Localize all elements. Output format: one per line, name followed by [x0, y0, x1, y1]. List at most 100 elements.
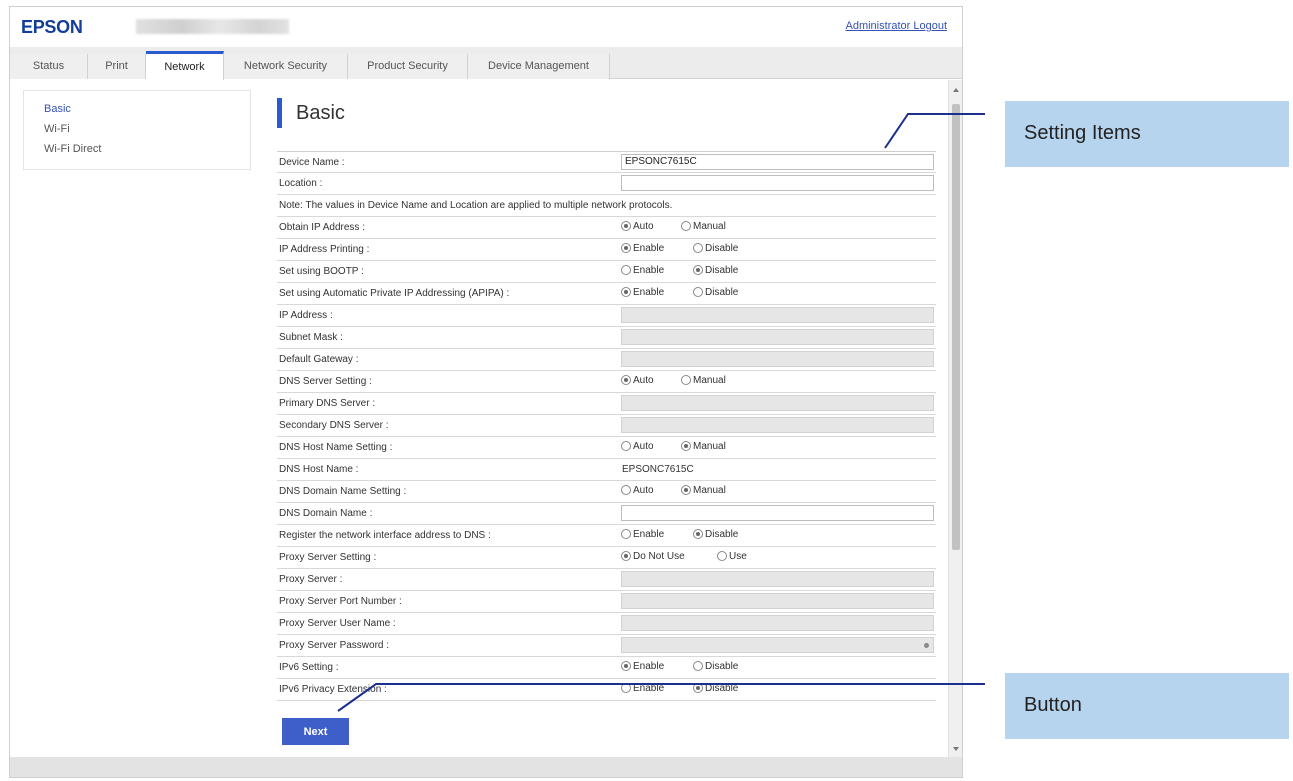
form-row-device-name: Device Name : EPSONC7615C	[277, 151, 936, 173]
obtain-ip-label: Obtain IP Address :	[279, 222, 365, 233]
form-row-proxy-password: Proxy Server Password :	[277, 635, 936, 657]
dns-host-manual-radio[interactable]: Manual	[681, 441, 726, 452]
side-navigation: Basic Wi-Fi Wi-Fi Direct	[23, 90, 251, 170]
register-dns-disable-radio[interactable]: Disable	[693, 529, 738, 540]
proxy-server-input	[621, 571, 934, 587]
administrator-logout-link[interactable]: Administrator Logout	[846, 20, 948, 32]
radio-selected-icon	[621, 243, 631, 253]
radio-unselected-icon	[621, 529, 631, 539]
ipv6-privacy-label: IPv6 Privacy Extension :	[279, 684, 387, 695]
apipa-label: Set using Automatic Private IP Addressin…	[279, 288, 510, 299]
radio-selected-icon	[693, 529, 703, 539]
form-row-apipa: Set using Automatic Private IP Addressin…	[277, 283, 936, 305]
proxy-port-input	[621, 593, 934, 609]
dns-server-auto-radio[interactable]: Auto	[621, 375, 654, 386]
proxy-password-label: Proxy Server Password :	[279, 640, 390, 651]
form-row-note: Note: The values in Device Name and Loca…	[277, 195, 936, 217]
subnet-mask-label: Subnet Mask :	[279, 332, 343, 343]
setting-items-callout: Setting Items	[1005, 101, 1289, 167]
obtain-ip-auto-radio[interactable]: Auto	[621, 221, 654, 232]
tab-status[interactable]: Status	[10, 54, 88, 79]
tab-device-management[interactable]: Device Management	[468, 54, 610, 79]
proxy-server-label: Proxy Server :	[279, 574, 343, 585]
sidebar-item-basic[interactable]: Basic	[44, 99, 250, 119]
radio-selected-icon	[693, 683, 703, 693]
proxy-use-radio[interactable]: Use	[717, 551, 747, 562]
screenshot-stage: EPSON Administrator Logout Status Print …	[0, 0, 1293, 781]
radio-selected-icon	[621, 661, 631, 671]
radio-unselected-icon	[621, 265, 631, 275]
proxy-setting-label: Proxy Server Setting :	[279, 552, 377, 563]
form-row-subnet-mask: Subnet Mask :	[277, 327, 936, 349]
radio-unselected-icon	[693, 243, 703, 253]
settings-form: Device Name : EPSONC7615C Location : Not…	[277, 151, 936, 701]
radio-selected-icon	[681, 441, 691, 451]
form-row-obtain-ip: Obtain IP Address : Auto Manual	[277, 217, 936, 239]
tab-network-security[interactable]: Network Security	[224, 54, 348, 79]
header: EPSON Administrator Logout	[10, 7, 962, 47]
form-row-secondary-dns: Secondary DNS Server :	[277, 415, 936, 437]
form-row-dns-host-name: DNS Host Name : EPSONC7615C	[277, 459, 936, 481]
device-name-label: Device Name :	[279, 157, 345, 168]
vertical-scrollbar[interactable]	[948, 80, 962, 777]
form-row-dns-host-name-setting: DNS Host Name Setting : Auto Manual	[277, 437, 936, 459]
location-input[interactable]	[621, 175, 934, 191]
page-title: Basic	[277, 98, 345, 128]
proxy-user-input	[621, 615, 934, 631]
form-row-primary-dns: Primary DNS Server :	[277, 393, 936, 415]
secondary-dns-input	[621, 417, 934, 433]
dns-host-name-value: EPSONC7615C	[622, 464, 694, 475]
tab-network[interactable]: Network	[146, 51, 224, 80]
dns-domain-name-input[interactable]	[621, 505, 934, 521]
obtain-ip-manual-radio[interactable]: Manual	[681, 221, 726, 232]
ip-printing-disable-radio[interactable]: Disable	[693, 243, 738, 254]
dns-domain-manual-radio[interactable]: Manual	[681, 485, 726, 496]
register-dns-enable-radio[interactable]: Enable	[621, 529, 664, 540]
proxy-user-label: Proxy Server User Name :	[279, 618, 396, 629]
secondary-dns-label: Secondary DNS Server :	[279, 420, 389, 431]
dns-domain-auto-radio[interactable]: Auto	[621, 485, 654, 496]
scroll-down-arrow-icon[interactable]	[953, 747, 959, 751]
radio-selected-icon	[621, 551, 631, 561]
ipv6-privacy-disable-radio[interactable]: Disable	[693, 683, 738, 694]
form-row-proxy-server: Proxy Server :	[277, 569, 936, 591]
form-row-bootp: Set using BOOTP : Enable Disable	[277, 261, 936, 283]
radio-selected-icon	[621, 287, 631, 297]
proxy-do-not-use-radio[interactable]: Do Not Use	[621, 551, 685, 562]
dns-domain-name-setting-label: DNS Domain Name Setting :	[279, 486, 407, 497]
apipa-enable-radio[interactable]: Enable	[621, 287, 664, 298]
sidebar-item-wifi-direct[interactable]: Wi-Fi Direct	[44, 139, 250, 159]
ip-printing-label: IP Address Printing :	[279, 244, 370, 255]
button-callout: Button	[1005, 673, 1289, 739]
ipv6-privacy-enable-radio[interactable]: Enable	[621, 683, 664, 694]
bootp-disable-radio[interactable]: Disable	[693, 265, 738, 276]
device-name-input[interactable]: EPSONC7615C	[621, 154, 934, 170]
tab-product-security[interactable]: Product Security	[348, 54, 468, 79]
tab-print[interactable]: Print	[88, 54, 146, 79]
ip-address-input	[621, 307, 934, 323]
default-gateway-input	[621, 351, 934, 367]
scroll-up-arrow-icon[interactable]	[953, 88, 959, 92]
ipv6-disable-radio[interactable]: Disable	[693, 661, 738, 672]
apipa-disable-radio[interactable]: Disable	[693, 287, 738, 298]
proxy-password-input	[621, 637, 934, 653]
bootp-enable-radio[interactable]: Enable	[621, 265, 664, 276]
radio-unselected-icon	[693, 287, 703, 297]
subnet-mask-input	[621, 329, 934, 345]
primary-dns-input	[621, 395, 934, 411]
register-dns-label: Register the network interface address t…	[279, 530, 491, 541]
form-row-dns-domain-name-setting: DNS Domain Name Setting : Auto Manual	[277, 481, 936, 503]
ip-address-label: IP Address :	[279, 310, 333, 321]
radio-selected-icon	[681, 485, 691, 495]
network-note: Note: The values in Device Name and Loca…	[279, 200, 673, 211]
ip-printing-enable-radio[interactable]: Enable	[621, 243, 664, 254]
dns-host-auto-radio[interactable]: Auto	[621, 441, 654, 452]
ipv6-enable-radio[interactable]: Enable	[621, 661, 664, 672]
form-row-proxy-port: Proxy Server Port Number :	[277, 591, 936, 613]
next-button[interactable]: Next	[282, 718, 349, 745]
scrollbar-thumb[interactable]	[952, 104, 960, 550]
dns-server-manual-radio[interactable]: Manual	[681, 375, 726, 386]
form-row-dns-domain-name: DNS Domain Name :	[277, 503, 936, 525]
blurred-model-name	[136, 19, 289, 34]
sidebar-item-wifi[interactable]: Wi-Fi	[44, 119, 250, 139]
